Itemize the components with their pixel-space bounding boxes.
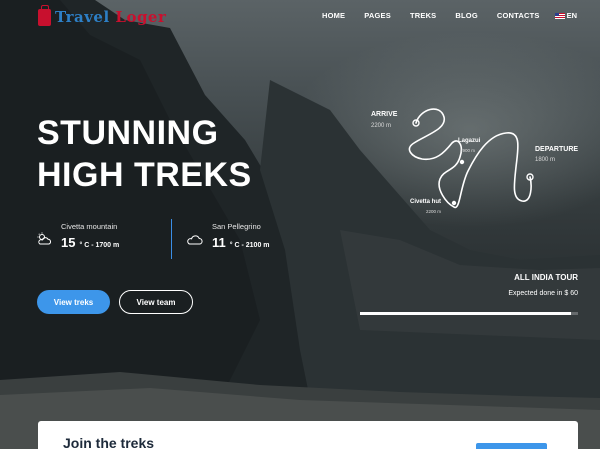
hero-section: Travel Loger HOME PAGES TREKS BLOG CONTA… bbox=[0, 0, 600, 449]
route-alt-departure: 1800 m bbox=[535, 157, 556, 163]
route-label-arrive: ARRIVE bbox=[371, 111, 398, 118]
main-nav: HOME PAGES TREKS BLOG CONTACTS EN bbox=[322, 11, 577, 20]
weather-location: San Pellegrino bbox=[212, 222, 261, 231]
language-label: EN bbox=[566, 11, 577, 20]
route-label-departure: DEPARTURE bbox=[535, 146, 579, 153]
hero-title: STUNNING HIGH TREKS bbox=[37, 112, 252, 196]
nav-contacts[interactable]: CONTACTS bbox=[497, 11, 540, 20]
tour-subtitle: Expected done in $ 60 bbox=[508, 290, 578, 297]
view-team-button[interactable]: View team bbox=[119, 290, 193, 314]
nav-home[interactable]: HOME bbox=[322, 11, 345, 20]
card-action-button[interactable] bbox=[476, 443, 547, 449]
nav-blog[interactable]: BLOG bbox=[455, 11, 477, 20]
route-alt-lagazui: 1900 m bbox=[460, 148, 476, 153]
trek-route-map: ARRIVE 2200 m Lagazui 1900 m Civetta hut… bbox=[360, 95, 590, 229]
brand-name-part1: Travel bbox=[55, 8, 110, 26]
language-selector[interactable]: EN bbox=[554, 11, 577, 20]
cloud-icon bbox=[187, 235, 203, 245]
route-label-civetta-hut: Civetta hut bbox=[410, 199, 442, 205]
route-alt-arrive: 2200 m bbox=[371, 123, 392, 129]
tour-progress-bar bbox=[360, 312, 578, 315]
brand-name: Travel Loger bbox=[55, 8, 166, 26]
nav-treks[interactable]: TREKS bbox=[410, 11, 436, 20]
tour-title: ALL INDIA TOUR bbox=[514, 273, 578, 282]
join-treks-card: Join the treks bbox=[38, 421, 578, 449]
weather-divider bbox=[171, 219, 172, 259]
card-title: Join the treks bbox=[63, 435, 155, 449]
hero-title-line1: STUNNING bbox=[37, 114, 219, 152]
weather-temperature: 15 bbox=[61, 235, 76, 250]
route-label-lagazui: Lagazui bbox=[458, 138, 481, 144]
site-header: Travel Loger HOME PAGES TREKS BLOG CONTA… bbox=[0, 0, 600, 36]
weather-details: ° C - 2100 m bbox=[229, 242, 270, 249]
weather-item-civetta: Civetta mountain 15 ° C - 1700 m bbox=[36, 222, 119, 250]
weather-location: Civetta mountain bbox=[61, 222, 118, 231]
brand-name-part2: Loger bbox=[115, 8, 167, 26]
brand-logo[interactable]: Travel Loger bbox=[38, 4, 166, 26]
tour-progress-fill bbox=[360, 312, 572, 315]
us-flag-icon bbox=[554, 12, 565, 19]
route-alt-civetta-hut: 2200 m bbox=[426, 209, 442, 214]
weather-temperature: 11 bbox=[212, 235, 226, 250]
view-treks-button[interactable]: View treks bbox=[37, 290, 110, 314]
hero-title-line2: HIGH TREKS bbox=[37, 156, 252, 194]
weather-item-san-pellegrino: San Pellegrino 11 ° C - 2100 m bbox=[187, 222, 270, 250]
suitcase-icon bbox=[38, 4, 51, 26]
sun-cloud-icon bbox=[37, 232, 51, 245]
nav-pages[interactable]: PAGES bbox=[364, 11, 391, 20]
weather-details: ° C - 1700 m bbox=[79, 242, 120, 249]
